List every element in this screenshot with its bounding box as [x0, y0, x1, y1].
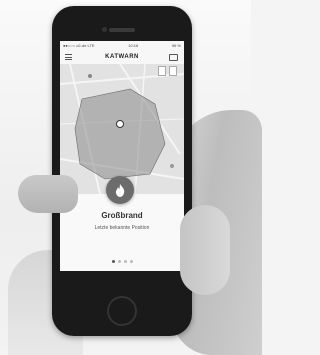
- location-marker-icon[interactable]: [116, 120, 124, 128]
- status-time: 10:16: [128, 43, 139, 48]
- status-bar: ●●○○○ o2-de LTE 10:16 96 %: [60, 41, 184, 50]
- smartphone: ●●○○○ o2-de LTE 10:16 96 % KATWARN Großb…: [52, 6, 192, 336]
- nav-bar: KATWARN: [60, 50, 184, 65]
- page-dot[interactable]: [111, 260, 115, 263]
- poi-icon: [88, 74, 92, 78]
- front-camera: [102, 27, 107, 32]
- event-title: Großbrand: [101, 211, 143, 220]
- chat-icon[interactable]: [169, 54, 178, 61]
- map-view[interactable]: [60, 64, 184, 194]
- app-title: KATWARN: [105, 54, 139, 60]
- page-dot[interactable]: [123, 260, 127, 263]
- flame-icon: [115, 183, 125, 197]
- battery-label: 96 %: [171, 43, 181, 48]
- carrier-label: ●●○○○ o2-de LTE: [63, 43, 95, 48]
- event-sheet[interactable]: Großbrand Letzte bekannte Position: [60, 176, 184, 271]
- home-button[interactable]: [107, 296, 137, 326]
- earpiece-speaker: [109, 28, 135, 32]
- poi-icon: [170, 164, 174, 168]
- page-indicator[interactable]: [60, 260, 184, 263]
- hand-left-thumb: [18, 175, 78, 213]
- map-canvas: [60, 64, 184, 194]
- list-icon[interactable]: [169, 66, 177, 76]
- layers-icon[interactable]: [158, 66, 166, 76]
- app-screen: ●●○○○ o2-de LTE 10:16 96 % KATWARN Großb…: [60, 41, 184, 271]
- hand-right-fingers: [180, 205, 230, 295]
- warning-zone: [74, 88, 166, 180]
- event-button[interactable]: [106, 176, 134, 204]
- page-dot[interactable]: [129, 260, 133, 263]
- event-subtitle: Letzte bekannte Position: [94, 225, 150, 231]
- hamburger-icon[interactable]: [65, 54, 72, 60]
- page-dot[interactable]: [117, 260, 121, 263]
